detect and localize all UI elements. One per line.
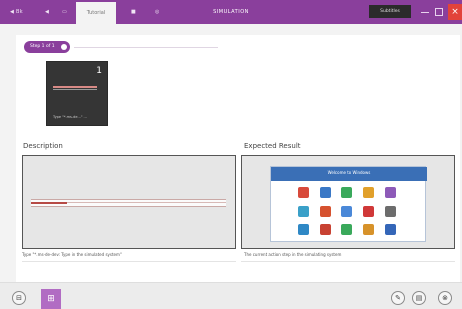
- subtitles-button[interactable]: Subtitles: [369, 5, 411, 18]
- step-tag[interactable]: Step 1 of 1: [24, 41, 70, 53]
- app-icon: [363, 205, 375, 217]
- description-highlight-line: [67, 202, 226, 203]
- app-icon: [319, 224, 331, 236]
- app-icon: [363, 224, 375, 236]
- divider: [74, 47, 218, 48]
- app-icon: [319, 205, 331, 217]
- thumbnail-caption: Type "*.ms-de..." ...: [53, 115, 87, 119]
- description-caption: Type "*.ms-de-dev: Type in the simulated…: [22, 252, 122, 257]
- step-tag-label: Step 1 of 1: [30, 44, 55, 49]
- close-circle-icon[interactable]: ⊗: [438, 291, 452, 305]
- app-icon-grid: [295, 187, 399, 239]
- title-bar: ◀ Bk ◀ ▭ Tutorial ■ ◎ SIMULATION Subtitl…: [0, 0, 462, 24]
- description-caption-line: [22, 261, 236, 262]
- step-number: 1: [96, 66, 102, 76]
- edit-icon[interactable]: ✎: [391, 291, 405, 305]
- expected-result-panel: Welcome to Windows: [241, 155, 455, 249]
- app-icon: [341, 205, 353, 217]
- app-icon: [298, 187, 310, 198]
- thumbnail-bar-line: [53, 89, 97, 90]
- maximize-icon[interactable]: [435, 8, 443, 16]
- description-panel: [22, 155, 236, 249]
- app-icon: [319, 187, 331, 198]
- app-icon: [384, 224, 396, 236]
- layout-icon[interactable]: ⊟: [12, 291, 26, 305]
- list-icon[interactable]: ▤: [412, 291, 426, 305]
- app-icon: [341, 187, 353, 198]
- description-highlight: [31, 202, 67, 204]
- step-thumbnail[interactable]: 1 Type "*.ms-de..." ...: [46, 61, 108, 126]
- minimize-icon[interactable]: [421, 8, 429, 16]
- thumbnail-bar: [53, 86, 97, 88]
- app-icon: [298, 224, 310, 236]
- toggle-dot-icon: [61, 44, 67, 50]
- expected-result-label: Expected Result: [244, 142, 301, 150]
- browser-preview: Welcome to Windows: [270, 166, 427, 242]
- expected-caption: The current action step in the simulatin…: [244, 252, 342, 257]
- app-icon: [384, 205, 396, 217]
- app-icon: [298, 205, 310, 217]
- app-icon: [384, 187, 396, 198]
- app-icon: [341, 224, 353, 236]
- expected-caption-line: [241, 261, 455, 262]
- close-icon[interactable]: ×: [448, 4, 462, 20]
- grid-view-icon[interactable]: ⊞: [41, 289, 61, 309]
- description-label: Description: [23, 142, 63, 150]
- app-icon: [363, 187, 375, 198]
- browser-title: Welcome to Windows: [327, 170, 371, 175]
